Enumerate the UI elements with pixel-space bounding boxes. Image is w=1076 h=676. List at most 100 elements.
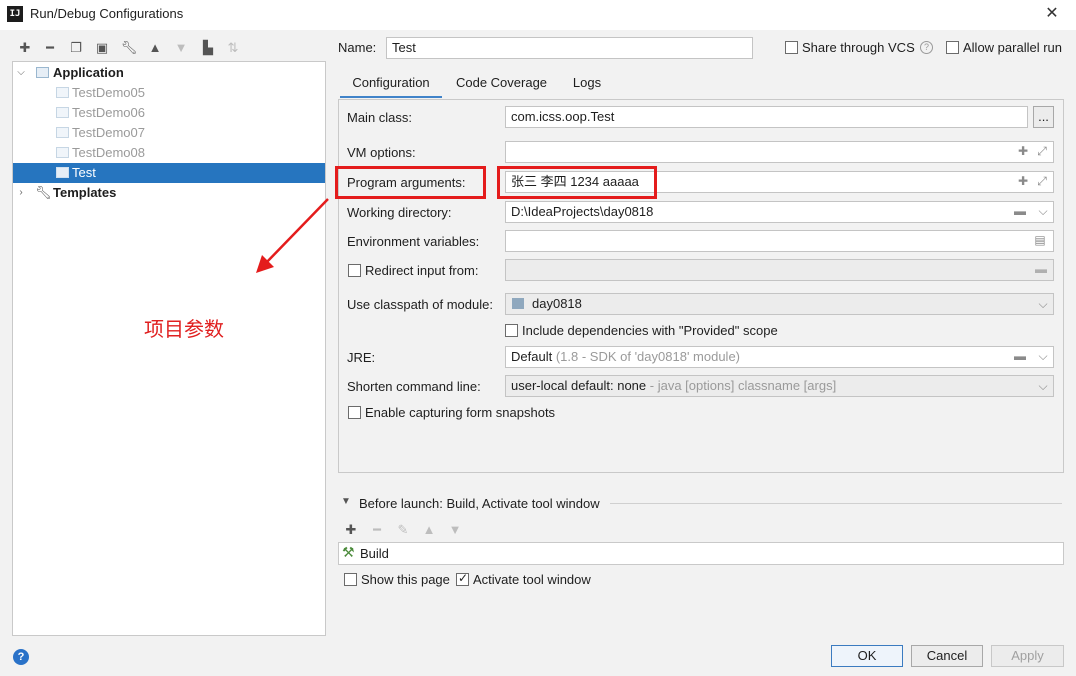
tree-node-application[interactable]: ⌵ Application (13, 63, 325, 83)
arrow-up-icon[interactable]: ▲ (146, 39, 164, 57)
pencil-icon: ✎ (397, 522, 409, 537)
redirect-input-checkbox[interactable] (348, 264, 361, 277)
save-icon[interactable]: ▣ (93, 39, 111, 57)
tree-label: TestDemo06 (72, 105, 145, 120)
minus-icon[interactable]: ━ (41, 39, 59, 57)
working-directory-input[interactable]: D:\IdeaProjects\day0818 (505, 201, 1054, 223)
folder-add-icon[interactable]: ▙ (199, 39, 217, 57)
share-vcs-label: Share through VCS (802, 40, 915, 55)
arrow-up-icon: ▲ (422, 522, 436, 537)
classpath-module-select[interactable]: day0818 (505, 293, 1054, 315)
shorten-hint: - java [options] classname [args] (649, 378, 837, 393)
name-label: Name: (338, 40, 377, 55)
plus-icon[interactable]: ✚ (1016, 144, 1030, 158)
tree-item[interactable]: TestDemo06 (13, 103, 325, 123)
copy-icon[interactable]: ❐ (67, 39, 85, 57)
chevron-down-icon[interactable]: ⌵ (1036, 379, 1050, 394)
config-icon (56, 147, 69, 158)
tree-item-selected[interactable]: Test (13, 163, 325, 183)
shorten-command-line-label: Shorten command line: (347, 379, 481, 394)
tree-item[interactable]: TestDemo08 (13, 143, 325, 163)
name-input[interactable]: Test (386, 37, 753, 59)
environment-variables-input[interactable] (505, 230, 1054, 252)
divider (610, 503, 1062, 504)
redirect-input-label: Redirect input from: (365, 263, 479, 278)
minus-icon: ━ (373, 522, 381, 537)
parallel-run-label: Allow parallel run (963, 40, 1062, 55)
enable-snapshots-checkbox[interactable] (348, 406, 361, 419)
tree-label: TestDemo05 (72, 85, 145, 100)
config-icon (56, 167, 69, 178)
jre-label: JRE: (347, 350, 376, 365)
config-icon (56, 107, 69, 118)
document-icon[interactable]: ▤ (1033, 233, 1047, 247)
include-dependencies-checkbox[interactable] (505, 324, 518, 337)
main-class-input[interactable]: com.icss.oop.Test (505, 106, 1028, 128)
highlight-box (335, 166, 486, 199)
folder-icon[interactable]: ▬ (1012, 349, 1028, 363)
wrench-icon[interactable]: 🔧︎ (120, 39, 138, 57)
before-launch-title: Before launch: Build, Activate tool wind… (359, 496, 600, 511)
window-title: Run/Debug Configurations (30, 6, 184, 21)
enable-snapshots-label: Enable capturing form snapshots (365, 405, 556, 420)
show-page-label: Show this page (361, 572, 450, 587)
chevron-down-icon[interactable]: ⌵ (1036, 204, 1050, 219)
working-directory-label: Working directory: (347, 205, 452, 220)
ok-button[interactable]: OK (831, 645, 903, 667)
tab-code-coverage[interactable]: Code Coverage (448, 68, 555, 98)
apply-button: Apply (991, 645, 1064, 667)
intellij-app-icon: IJ (7, 6, 23, 22)
chevron-right-icon[interactable]: › (15, 183, 27, 203)
list-item[interactable]: Build (360, 546, 389, 561)
annotation-label: 项目参数 (144, 317, 224, 341)
folder-icon: ▬ (1035, 262, 1047, 276)
close-icon[interactable]: ✕ (1040, 3, 1064, 25)
tree-item[interactable]: TestDemo07 (13, 123, 325, 143)
annotation-arrow (256, 198, 329, 273)
cancel-button[interactable]: Cancel (911, 645, 983, 667)
redirect-input-field (505, 259, 1054, 281)
classpath-module-label: Use classpath of module: (347, 297, 493, 312)
shorten-value: user-local default: none (511, 378, 647, 393)
config-icon (56, 87, 69, 98)
module-icon (512, 298, 524, 309)
main-class-label: Main class: (347, 110, 413, 125)
plus-icon[interactable]: ✚ (342, 521, 360, 539)
tab-logs[interactable]: Logs (562, 68, 612, 98)
help-icon[interactable]: ? (920, 41, 933, 54)
folder-icon[interactable]: ▬ (1012, 204, 1028, 218)
plus-icon[interactable]: ✚ (16, 39, 34, 57)
show-page-checkbox[interactable] (344, 573, 357, 586)
tree-label: TestDemo08 (72, 145, 145, 160)
vm-options-label: VM options: (347, 145, 416, 160)
vm-options-input[interactable] (505, 141, 1054, 163)
expand-icon[interactable]: ⤢ (1035, 144, 1049, 159)
chevron-down-icon[interactable]: ⌵ (1036, 349, 1050, 364)
share-vcs-checkbox[interactable] (785, 41, 798, 54)
chevron-down-icon[interactable]: ⌵ (15, 63, 27, 83)
parallel-run-checkbox[interactable] (946, 41, 959, 54)
chevron-down-icon[interactable]: ▼ (341, 496, 351, 507)
highlight-box (497, 166, 657, 199)
chevron-down-icon[interactable]: ⌵ (1036, 297, 1050, 312)
jre-value: Default (511, 349, 553, 364)
tab-configuration[interactable]: Configuration (340, 68, 442, 98)
browse-button[interactable]: ... (1033, 106, 1054, 128)
tree-item[interactable]: TestDemo05 (13, 83, 325, 103)
environment-variables-label: Environment variables: (347, 234, 480, 249)
shorten-command-line-select[interactable]: user-local default: none - java [options… (505, 375, 1054, 397)
plus-icon[interactable]: ✚ (1016, 174, 1030, 188)
jre-select[interactable]: Default (1.8 - SDK of 'day0818' module) (505, 346, 1054, 368)
tree-label: Test (72, 165, 96, 180)
tree-label: Templates (53, 185, 117, 200)
arrow-down-icon: ▼ (448, 522, 462, 537)
help-icon[interactable]: ? (13, 649, 29, 665)
wrench-icon: 🔧︎ (35, 185, 52, 200)
activate-tool-window-checkbox[interactable] (456, 571, 469, 586)
expand-icon[interactable]: ⤢ (1035, 174, 1049, 189)
jre-hint: (1.8 - SDK of 'day0818' module) (555, 349, 740, 364)
arrow-down-icon: ▼ (174, 40, 188, 55)
tree-label: TestDemo07 (72, 125, 145, 140)
application-icon (36, 67, 49, 78)
activate-tool-window-label: Activate tool window (473, 572, 591, 587)
